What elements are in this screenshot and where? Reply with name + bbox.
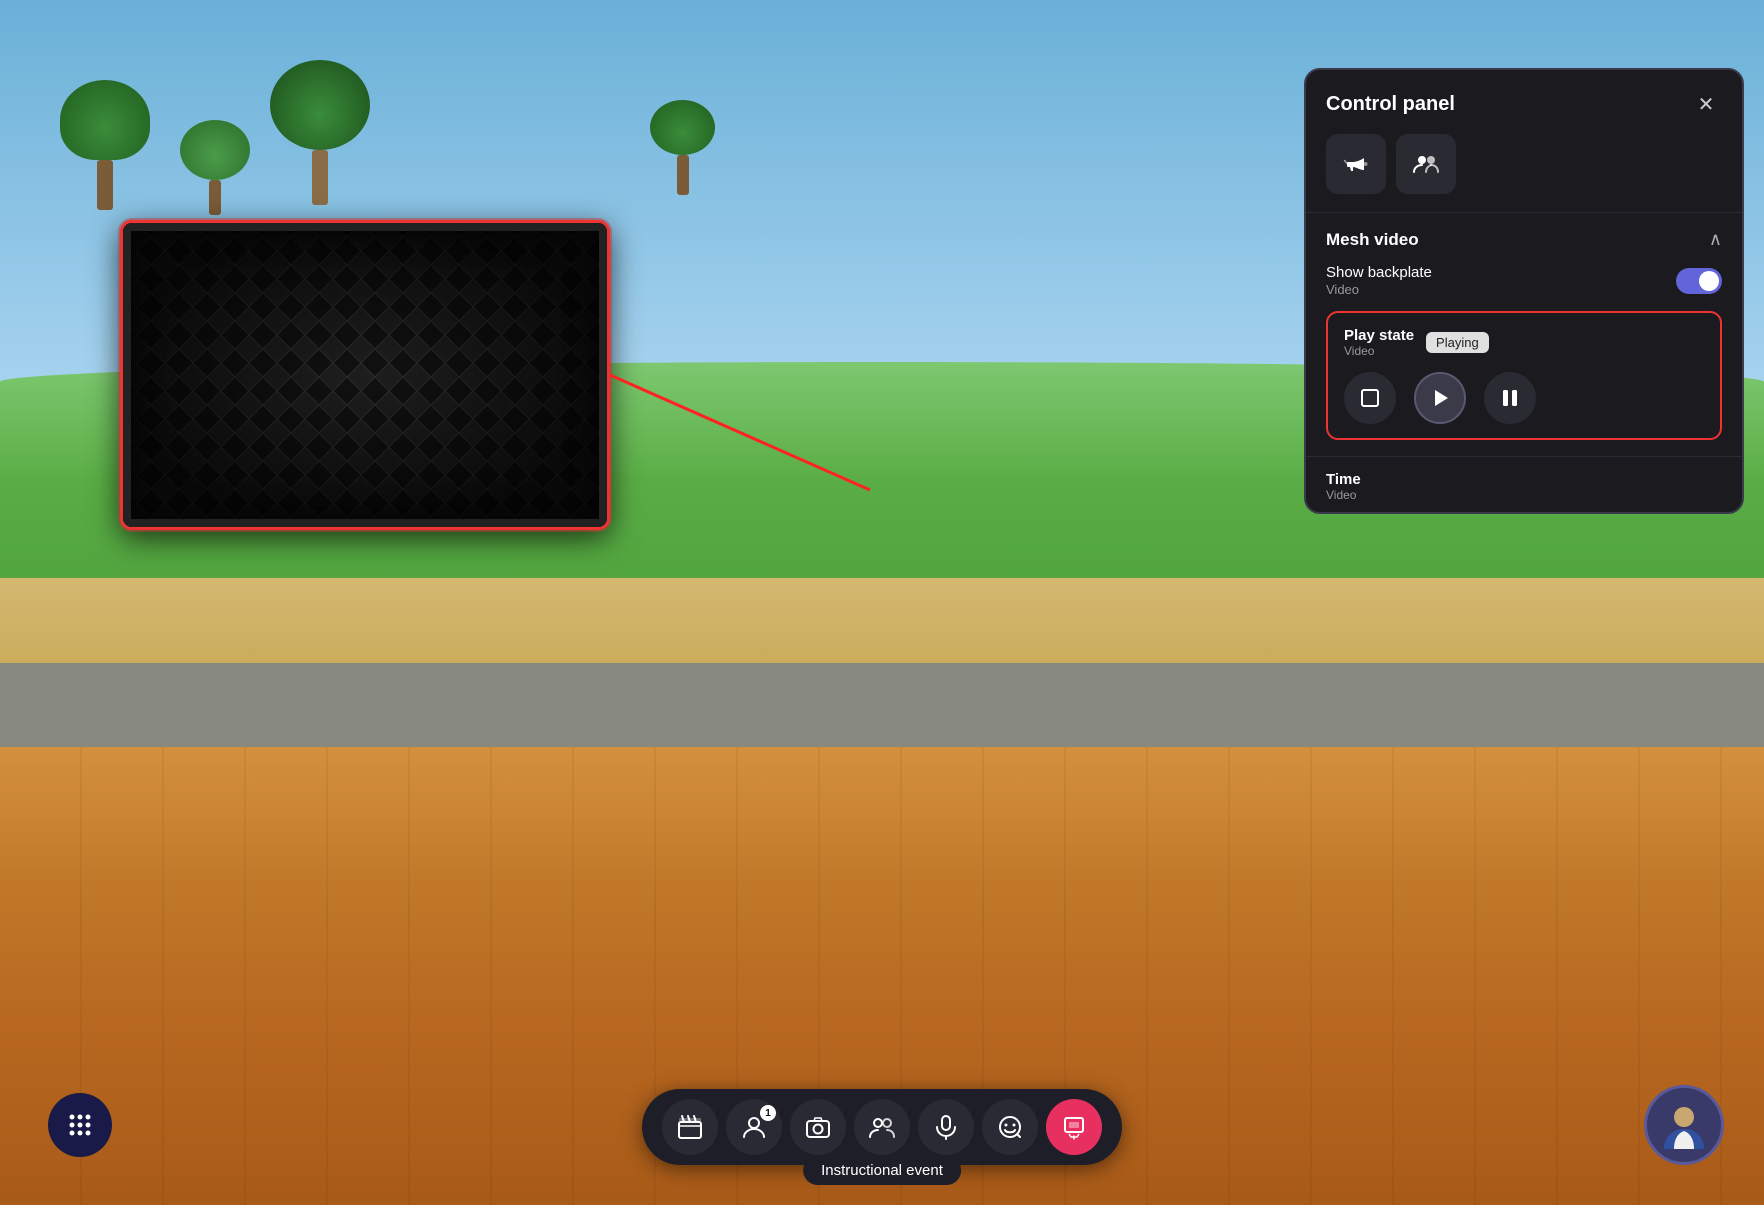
panel-title: Control panel bbox=[1326, 93, 1455, 116]
toggle-thumb bbox=[1699, 271, 1719, 291]
show-backplate-sublabel: Video bbox=[1326, 282, 1432, 297]
emoji-button[interactable] bbox=[982, 1099, 1038, 1155]
ground-road bbox=[0, 663, 1764, 759]
event-label: Instructional event bbox=[803, 1156, 961, 1185]
control-panel: Control panel ✕ Mesh video bbox=[1304, 68, 1744, 514]
stop-button[interactable] bbox=[1344, 372, 1396, 424]
tree-left-medium bbox=[180, 120, 250, 215]
pause-icon bbox=[1499, 387, 1521, 409]
scene-button[interactable] bbox=[662, 1099, 718, 1155]
stop-icon bbox=[1359, 387, 1381, 409]
video-screen-outer bbox=[120, 220, 610, 530]
mesh-video-section: Mesh video ∧ Show backplate Video Play s… bbox=[1306, 212, 1742, 456]
tree-right-1 bbox=[650, 100, 715, 195]
clapper-icon bbox=[677, 1114, 703, 1140]
people-button[interactable]: 1 bbox=[726, 1099, 782, 1155]
event-label-text: Instructional event bbox=[821, 1162, 943, 1179]
mesh-video-title: Mesh video bbox=[1326, 230, 1419, 250]
camera-icon bbox=[805, 1114, 831, 1140]
avatars-button[interactable] bbox=[854, 1099, 910, 1155]
play-button[interactable] bbox=[1414, 372, 1466, 424]
grid-button[interactable] bbox=[48, 1093, 112, 1157]
show-backplate-row: Show backplate Video bbox=[1326, 264, 1722, 297]
grid-icon bbox=[67, 1112, 93, 1138]
mic-button[interactable] bbox=[918, 1099, 974, 1155]
avatar-image bbox=[1656, 1097, 1712, 1153]
megaphone-icon bbox=[1342, 150, 1370, 178]
show-backplate-label: Show backplate bbox=[1326, 264, 1432, 281]
people-badge: 1 bbox=[760, 1105, 776, 1121]
people-icon bbox=[1412, 150, 1440, 178]
video-screen-container bbox=[120, 220, 610, 530]
chevron-up-icon[interactable]: ∧ bbox=[1709, 229, 1722, 250]
share-button[interactable] bbox=[1046, 1099, 1102, 1155]
time-section: Time Video bbox=[1306, 456, 1742, 512]
camera-button[interactable] bbox=[790, 1099, 846, 1155]
play-controls bbox=[1344, 372, 1704, 424]
panel-icon-row bbox=[1306, 134, 1742, 212]
time-sublabel: Video bbox=[1326, 488, 1722, 502]
play-state-box: Play state Video Playing bbox=[1326, 311, 1722, 440]
show-backplate-toggle[interactable] bbox=[1676, 268, 1722, 294]
bottom-toolbar: 1 bbox=[642, 1089, 1122, 1165]
panel-header: Control panel ✕ bbox=[1306, 70, 1742, 134]
avatars-button[interactable] bbox=[1396, 134, 1456, 194]
share-icon bbox=[1061, 1114, 1087, 1140]
play-state-labels: Play state Video bbox=[1344, 327, 1414, 358]
time-title: Time bbox=[1326, 471, 1722, 488]
emoji-icon bbox=[997, 1114, 1023, 1140]
avatars-icon bbox=[869, 1114, 895, 1140]
mic-icon bbox=[933, 1114, 959, 1140]
play-icon bbox=[1429, 387, 1451, 409]
show-backplate-labels: Show backplate Video bbox=[1326, 264, 1432, 297]
user-avatar[interactable] bbox=[1644, 1085, 1724, 1165]
megaphone-button[interactable] bbox=[1326, 134, 1386, 194]
close-icon: ✕ bbox=[1698, 92, 1715, 117]
close-button[interactable]: ✕ bbox=[1690, 88, 1722, 120]
video-screen-inner bbox=[123, 223, 607, 527]
play-state-sublabel: Video bbox=[1344, 344, 1414, 358]
play-state-header: Play state Video Playing bbox=[1344, 327, 1704, 358]
tree-center bbox=[270, 60, 370, 205]
playing-badge: Playing bbox=[1426, 332, 1489, 353]
section-header: Mesh video ∧ bbox=[1326, 229, 1722, 250]
play-state-title: Play state bbox=[1344, 327, 1414, 344]
pause-button[interactable] bbox=[1484, 372, 1536, 424]
tree-left-large bbox=[60, 80, 150, 210]
